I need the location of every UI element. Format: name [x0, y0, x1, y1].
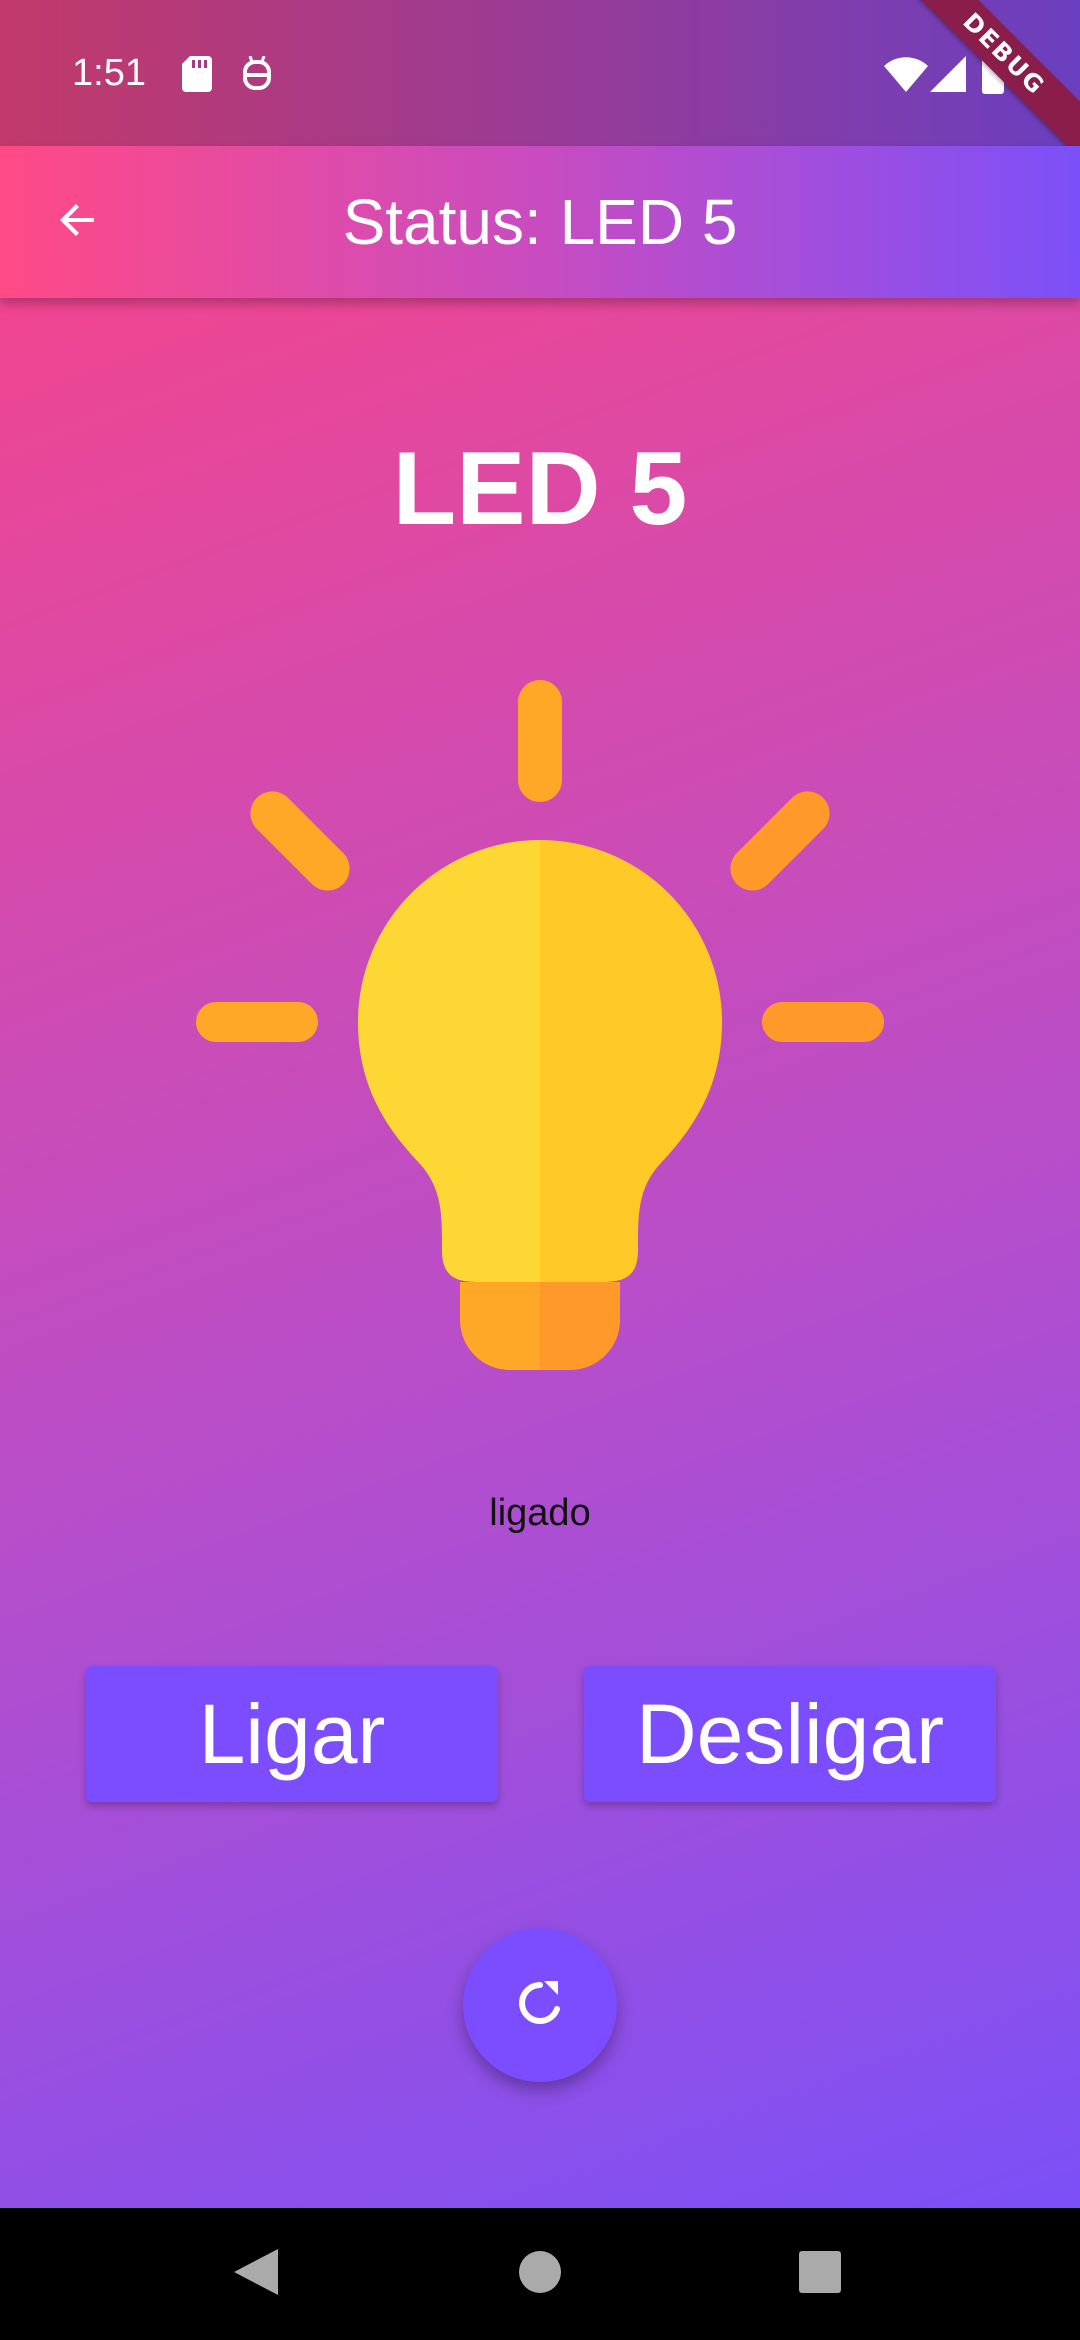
- device-state-text: ligado: [489, 1492, 591, 1534]
- lightbulb-icon: [190, 670, 890, 1370]
- sd-card-icon: [182, 56, 212, 97]
- refresh-button[interactable]: [463, 1928, 617, 2082]
- app-screen: 1:51 DEBUG Status: LED 5 LED 5 ligado Li…: [0, 0, 1080, 2208]
- page-title: Status: LED 5: [342, 186, 738, 258]
- arrow-back-icon: [54, 196, 102, 249]
- cell-signal-icon: [930, 56, 966, 97]
- home-circle-icon: [519, 2250, 561, 2298]
- app-bar: Status: LED 5: [0, 146, 1080, 298]
- status-bar: 1:51 DEBUG: [0, 0, 1080, 175]
- turn-on-button[interactable]: Ligar: [86, 1666, 498, 1802]
- back-button[interactable]: [40, 184, 116, 260]
- wifi-icon: [884, 56, 928, 97]
- nav-back-button[interactable]: [226, 2244, 286, 2304]
- nav-recents-button[interactable]: [790, 2244, 850, 2304]
- back-triangle-icon: [234, 2248, 278, 2300]
- android-robot-icon: [242, 55, 272, 97]
- recents-square-icon: [799, 2250, 841, 2298]
- system-nav-bar: [0, 2208, 1080, 2340]
- turn-off-button[interactable]: Desligar: [584, 1666, 996, 1802]
- device-name: LED 5: [392, 431, 688, 547]
- nav-home-button[interactable]: [510, 2244, 570, 2304]
- refresh-icon: [514, 1977, 566, 2034]
- status-time: 1:51: [72, 52, 146, 94]
